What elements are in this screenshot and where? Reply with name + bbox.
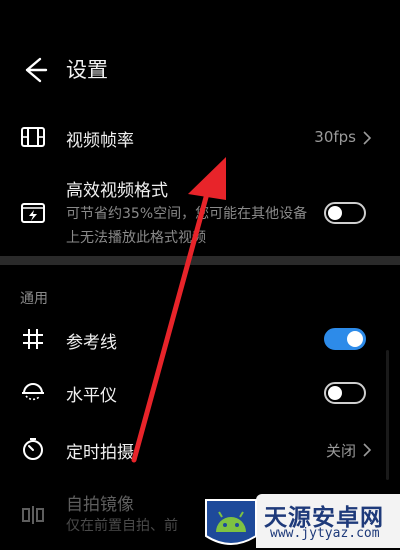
- toggle-knob: [328, 386, 342, 400]
- watermark-url: www.jytyaz.com: [270, 526, 380, 541]
- grid-toggle[interactable]: [324, 328, 366, 350]
- hevc-label: 高效视频格式: [66, 181, 168, 201]
- toggle-knob: [347, 331, 363, 347]
- scrollbar[interactable]: [386, 350, 389, 480]
- setting-hevc[interactable]: 高效视频格式 可节省约35%空间，您可能在其他设备上无法播放此格式视频: [0, 176, 400, 250]
- grid-icon: [23, 329, 43, 349]
- timer-icon: [23, 438, 43, 460]
- chevron-right-icon: [363, 131, 372, 145]
- level-icon: [22, 383, 44, 401]
- mirror-label: 自拍镜像: [66, 495, 134, 515]
- chevron-right-icon: [363, 443, 372, 457]
- hevc-description: 可节省约35%空间，您可能在其他设备上无法播放此格式视频: [66, 206, 308, 246]
- level-label: 水平仪: [66, 386, 117, 406]
- android-logo-icon: [205, 499, 257, 545]
- toggle-knob: [328, 206, 342, 220]
- timer-value: 关闭: [325, 442, 356, 460]
- efficient-video-icon: [21, 203, 45, 223]
- mirror-icon: [22, 506, 44, 524]
- film-icon: [21, 127, 45, 147]
- level-toggle[interactable]: [324, 382, 366, 404]
- frame-rate-value: 30fps: [314, 128, 356, 146]
- timer-label: 定时拍摄: [66, 443, 134, 463]
- top-bar: 设置: [0, 40, 400, 100]
- setting-frame-rate[interactable]: 视频帧率 30fps: [0, 120, 400, 160]
- back-arrow-icon[interactable]: [18, 54, 50, 86]
- section-general-label: 通用: [20, 291, 48, 307]
- hevc-toggle[interactable]: [324, 202, 366, 224]
- frame-rate-label: 视频帧率: [66, 131, 134, 151]
- page-title: 设置: [66, 58, 108, 82]
- section-divider: [0, 256, 400, 265]
- setting-grid[interactable]: 参考线: [0, 322, 400, 358]
- setting-level[interactable]: 水平仪: [0, 376, 400, 412]
- setting-timer[interactable]: 定时拍摄 关闭: [0, 432, 400, 468]
- grid-label: 参考线: [66, 333, 117, 353]
- watermark: 天源安卓网 www.jytyaz.com: [200, 492, 400, 550]
